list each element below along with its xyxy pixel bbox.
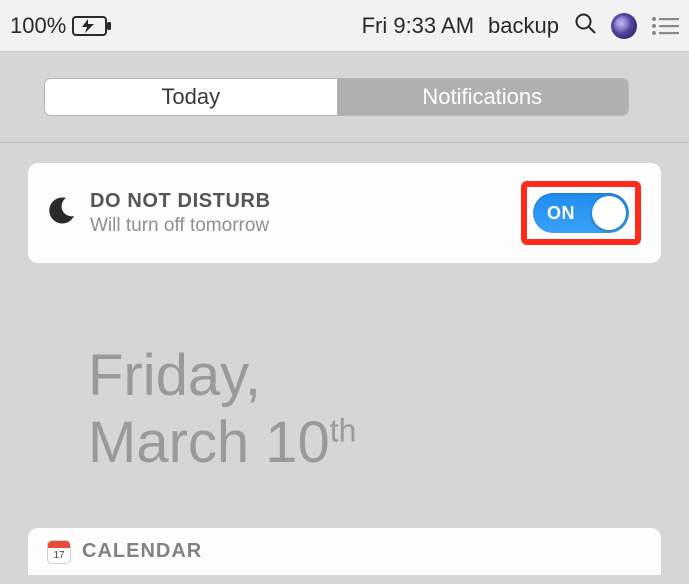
tab-bar: Today Notifications xyxy=(44,78,629,116)
menu-bar-app-name[interactable]: backup xyxy=(488,13,559,39)
siri-icon[interactable] xyxy=(611,13,637,39)
highlight-box: ON xyxy=(521,181,641,245)
date-month-day: March 10th xyxy=(88,410,661,477)
tab-bar-container: Today Notifications xyxy=(0,52,689,142)
dnd-toggle[interactable]: ON xyxy=(533,193,629,233)
tab-today[interactable]: Today xyxy=(45,79,337,115)
battery-status[interactable]: 100% xyxy=(10,13,112,39)
today-date: Friday, March 10th xyxy=(88,343,661,476)
tab-notifications[interactable]: Notifications xyxy=(337,79,629,115)
do-not-disturb-card: DO NOT DISTURB Will turn off tomorrow ON xyxy=(28,163,661,263)
toggle-state-label: ON xyxy=(547,203,575,224)
battery-percent-label: 100% xyxy=(10,13,66,39)
date-weekday: Friday, xyxy=(88,343,661,410)
menu-bar: 100% Fri 9:33 AM backup xyxy=(0,0,689,52)
spotlight-search-icon[interactable] xyxy=(573,11,597,41)
calendar-icon: 17 xyxy=(48,541,70,563)
moon-icon xyxy=(46,196,76,231)
notification-center-icon[interactable] xyxy=(651,16,679,36)
battery-charging-icon xyxy=(72,16,112,36)
toggle-knob xyxy=(592,196,626,230)
dnd-title: DO NOT DISTURB xyxy=(90,190,507,213)
calendar-widget-title: CALENDAR xyxy=(82,540,202,563)
dnd-subtitle: Will turn off tomorrow xyxy=(90,215,507,237)
menu-bar-clock[interactable]: Fri 9:33 AM xyxy=(362,13,474,39)
calendar-widget-header[interactable]: 17 CALENDAR xyxy=(28,528,661,575)
